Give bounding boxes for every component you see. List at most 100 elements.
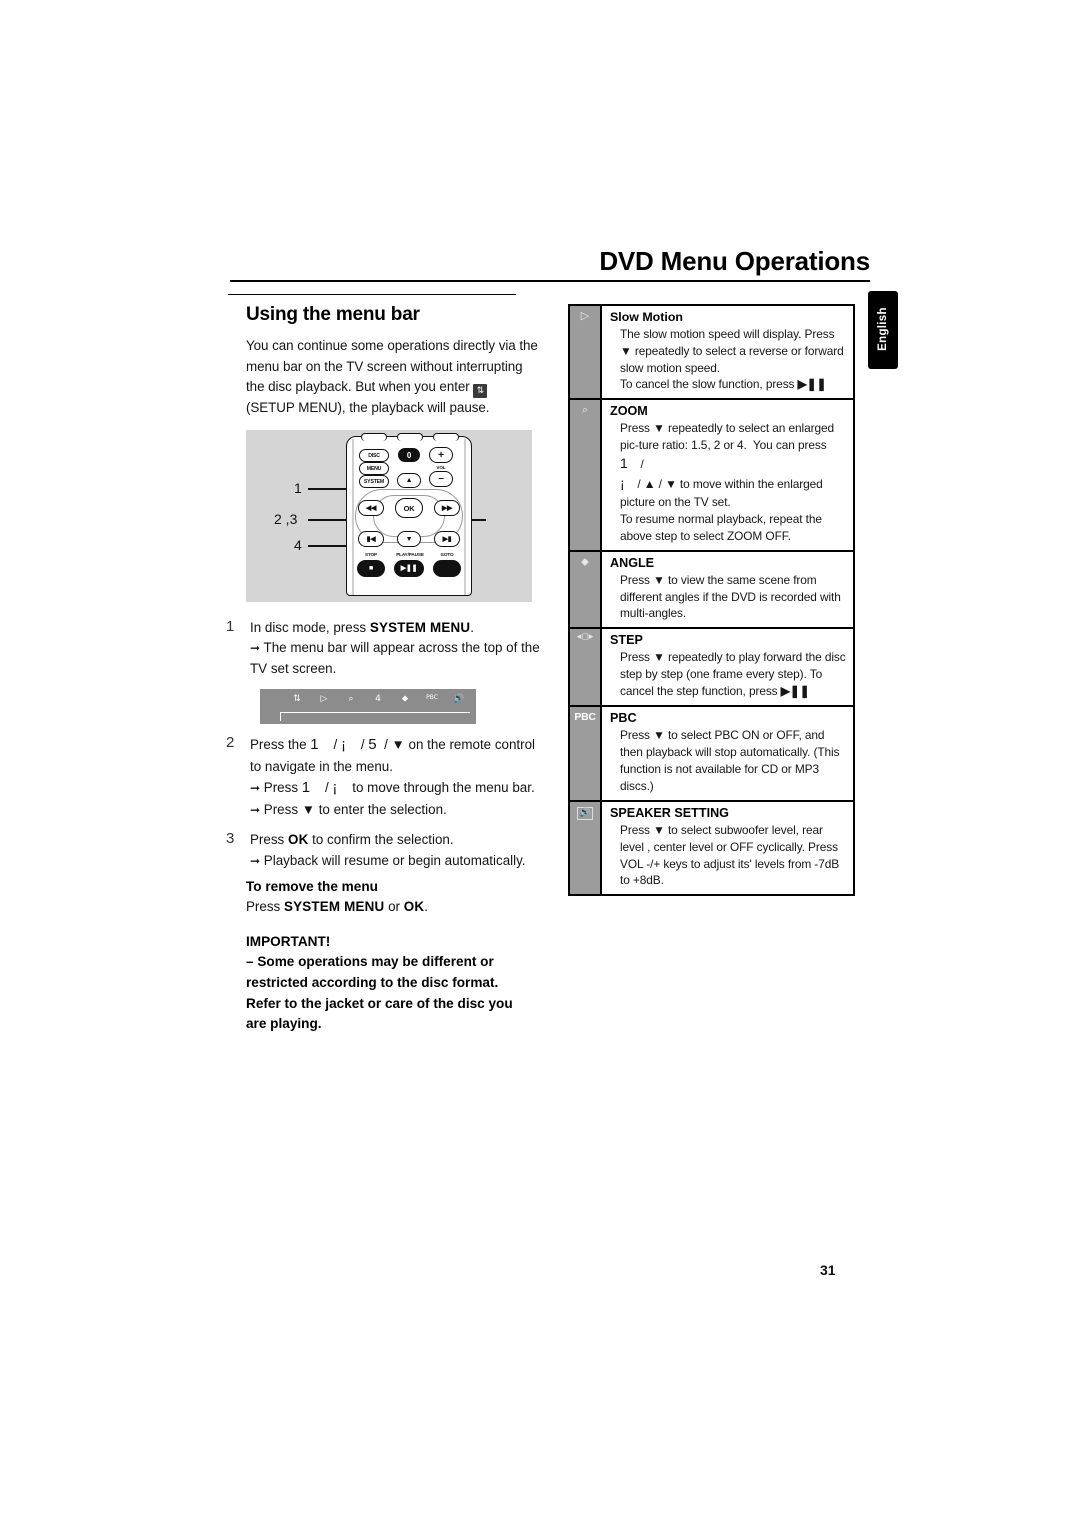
section-title: Using the menu bar [246, 304, 420, 325]
intro-text-after: (SETUP MENU), the playback will pause. [246, 400, 490, 415]
step-2-line-1: Press the 1 / ¡ / 5 / ▼ on the remote co… [250, 736, 536, 774]
prev-button[interactable]: ▮◀ [358, 531, 384, 547]
language-side-tab: English [868, 291, 898, 369]
angle-icon: ⬥ [570, 551, 602, 628]
vol-down-button[interactable]: – [429, 471, 453, 487]
rewind-button[interactable]: ◀◀ [358, 500, 384, 516]
menu-bar-icons: ⇅ ▷ ⌕ 4 ⬥ PBC 🔊 [288, 694, 468, 704]
pbc-bar-icon: PBC [426, 694, 438, 702]
remove-menu-heading: To remove the menu [246, 879, 378, 894]
table-row: ◂◻▸ STEP Press ▼ repeatedly to play forw… [570, 629, 853, 708]
vol-label: VOL [436, 465, 446, 470]
zoom-bar-icon: ⌕ [348, 694, 354, 705]
step-3-number: 3 [226, 830, 235, 848]
row-name: PBC [610, 711, 637, 726]
down-button[interactable]: ▼ [397, 531, 421, 547]
language-side-tab-label: English [877, 307, 889, 351]
goto-label: GOTO [440, 552, 454, 557]
callout-4: 4 [294, 537, 302, 553]
step-1: 1 In disc mode, press SYSTEM MENU. ➞ The… [224, 618, 544, 679]
step-1-line-2: ➞ The menu bar will appear across the to… [250, 640, 540, 676]
table-row-body: ANGLE Press ▼ to view the same scene fro… [602, 552, 853, 628]
remote-top-button-left [361, 433, 387, 441]
row-desc: Press ▼ to select subwoofer level, rear … [620, 822, 840, 888]
play-pause-button[interactable]: ▶❚❚ [394, 560, 424, 577]
section-divider [228, 294, 516, 295]
setup-menu-bar-icon: ⇅ [293, 694, 301, 705]
table-row: ⌕ ZOOM Press ▼ repeatedly to select an e… [570, 400, 853, 552]
row-name: ZOOM [610, 404, 648, 419]
system-button[interactable]: SYSTEM [359, 475, 389, 488]
table-row: ⬥ ANGLE Press ▼ to view the same scene f… [570, 551, 853, 630]
pbc-icon: PBC [570, 707, 602, 800]
intro-paragraph: You can continue some operations directl… [246, 336, 538, 419]
table-row-body: STEP Press ▼ repeatedly to play forward … [602, 629, 853, 705]
slow-motion-icon: ▷ [570, 306, 602, 399]
step-1-number: 1 [226, 618, 235, 635]
step-2: 2 Press the 1 / ¡ / 5 / ▼ on the remote … [224, 734, 544, 820]
row-name: ANGLE [610, 555, 655, 570]
function-table: ▷ Slow Motion The slow motion speed will… [568, 304, 855, 897]
callout-2-3: 2 ,3 [274, 511, 298, 527]
left-column: Using the menu bar You can continue some… [228, 294, 538, 419]
remote-top-button-right [433, 433, 459, 441]
speaker-bar-icon: 🔊 [453, 694, 465, 705]
angle-bar-icon: 4 [375, 694, 381, 705]
row-name: SPEAKER SETTING [610, 805, 729, 820]
page-number: 31 [820, 1262, 836, 1278]
table-row-body: Slow Motion The slow motion speed will d… [602, 306, 853, 398]
zero-button[interactable]: 0 [398, 448, 420, 462]
step-2-line-3: ➞ Press ▼ to enter the selection. [250, 802, 447, 818]
manual-page: DVD Menu Operations English Using the me… [0, 0, 1080, 1528]
row-desc: Press ▼ to select PBC ON or OFF, and the… [620, 728, 840, 793]
up-button[interactable]: ▲ [397, 473, 421, 488]
remote-top-button-mid [397, 433, 423, 441]
zoom-icon: ⌕ [570, 400, 602, 550]
step-3-line-1: Press OK to confirm the selection. [250, 832, 454, 848]
stop-button[interactable]: ■ [357, 560, 385, 577]
header-divider [230, 280, 870, 283]
table-row: PBC PBC Press ▼ to select PBC ON or OFF,… [570, 707, 853, 802]
table-row: 🔊 SPEAKER SETTING Press ▼ to select subw… [570, 801, 853, 895]
step-1-line-1: In disc mode, press SYSTEM MENU. [250, 620, 474, 635]
table-row-body: ZOOM Press ▼ repeatedly to select an enl… [602, 400, 853, 549]
menu-bar-graphic: ⇅ ▷ ⌕ 4 ⬥ PBC 🔊 [260, 689, 476, 725]
remove-menu-block: To remove the menu Press SYSTEM MENU or … [246, 877, 546, 918]
step-3: 3 Press OK to confirm the selection. ➞ P… [224, 830, 544, 871]
vol-up-button[interactable]: + [429, 447, 453, 463]
disc-button[interactable]: DISC [359, 449, 389, 462]
setup-menu-icon: ⇅ [473, 384, 488, 398]
steps-list: 1 In disc mode, press SYSTEM MENU. ➞ The… [224, 618, 544, 881]
remove-menu-line: Press SYSTEM MENU or OK. [246, 899, 428, 915]
step-icon: ◂◻▸ [570, 629, 602, 706]
play-pause-label: PLAY/PAUSE [396, 552, 424, 557]
step-3-line-2: ➞ Playback will resume or begin automati… [250, 852, 526, 868]
forward-button[interactable]: ▶▶ [434, 500, 460, 516]
callout-1: 1 [294, 480, 302, 496]
important-block: IMPORTANT! – Some operations may be diff… [246, 932, 536, 1035]
row-desc: Press ▼ repeatedly to select an enlarged… [620, 421, 834, 543]
row-desc: The slow motion speed will display. Pres… [620, 326, 844, 392]
slow-motion-bar-icon: ▷ [320, 694, 328, 705]
row-name: Slow Motion [610, 310, 683, 324]
step-bar-icon: ⬥ [401, 694, 409, 705]
page-title: DVD Menu Operations [599, 246, 870, 276]
page-header: DVD Menu Operations [230, 246, 870, 283]
remote-control-figure: 1 2 ,3 4 DISC MENU SYSTEM 0 + VOL – ▲ ◀◀… [246, 430, 532, 602]
ok-button[interactable]: OK [395, 498, 423, 518]
step-2-line-2: ➞ Press 1 / ¡ to move through the menu b… [250, 779, 535, 797]
table-row: ▷ Slow Motion The slow motion speed will… [570, 306, 853, 401]
step-2-number: 2 [226, 734, 235, 752]
intro-text-before: You can continue some operations directl… [246, 338, 538, 394]
menu-button[interactable]: MENU [359, 462, 389, 475]
important-heading: IMPORTANT! [246, 934, 331, 949]
row-desc: Press ▼ to view the same scene from diff… [620, 572, 841, 621]
menu-bar-underline [280, 712, 470, 722]
next-button[interactable]: ▶▮ [434, 531, 460, 547]
stop-label: STOP [364, 552, 378, 557]
remote-control-body: DISC MENU SYSTEM 0 + VOL – ▲ ◀◀ OK ▶▶ ▮◀… [346, 433, 472, 596]
table-row-body: PBC Press ▼ to select PBC ON or OFF, and… [602, 707, 853, 800]
row-desc: Press ▼ repeatedly to play forward the d… [620, 650, 846, 699]
goto-button[interactable] [433, 560, 461, 577]
row-name: STEP [610, 633, 643, 648]
